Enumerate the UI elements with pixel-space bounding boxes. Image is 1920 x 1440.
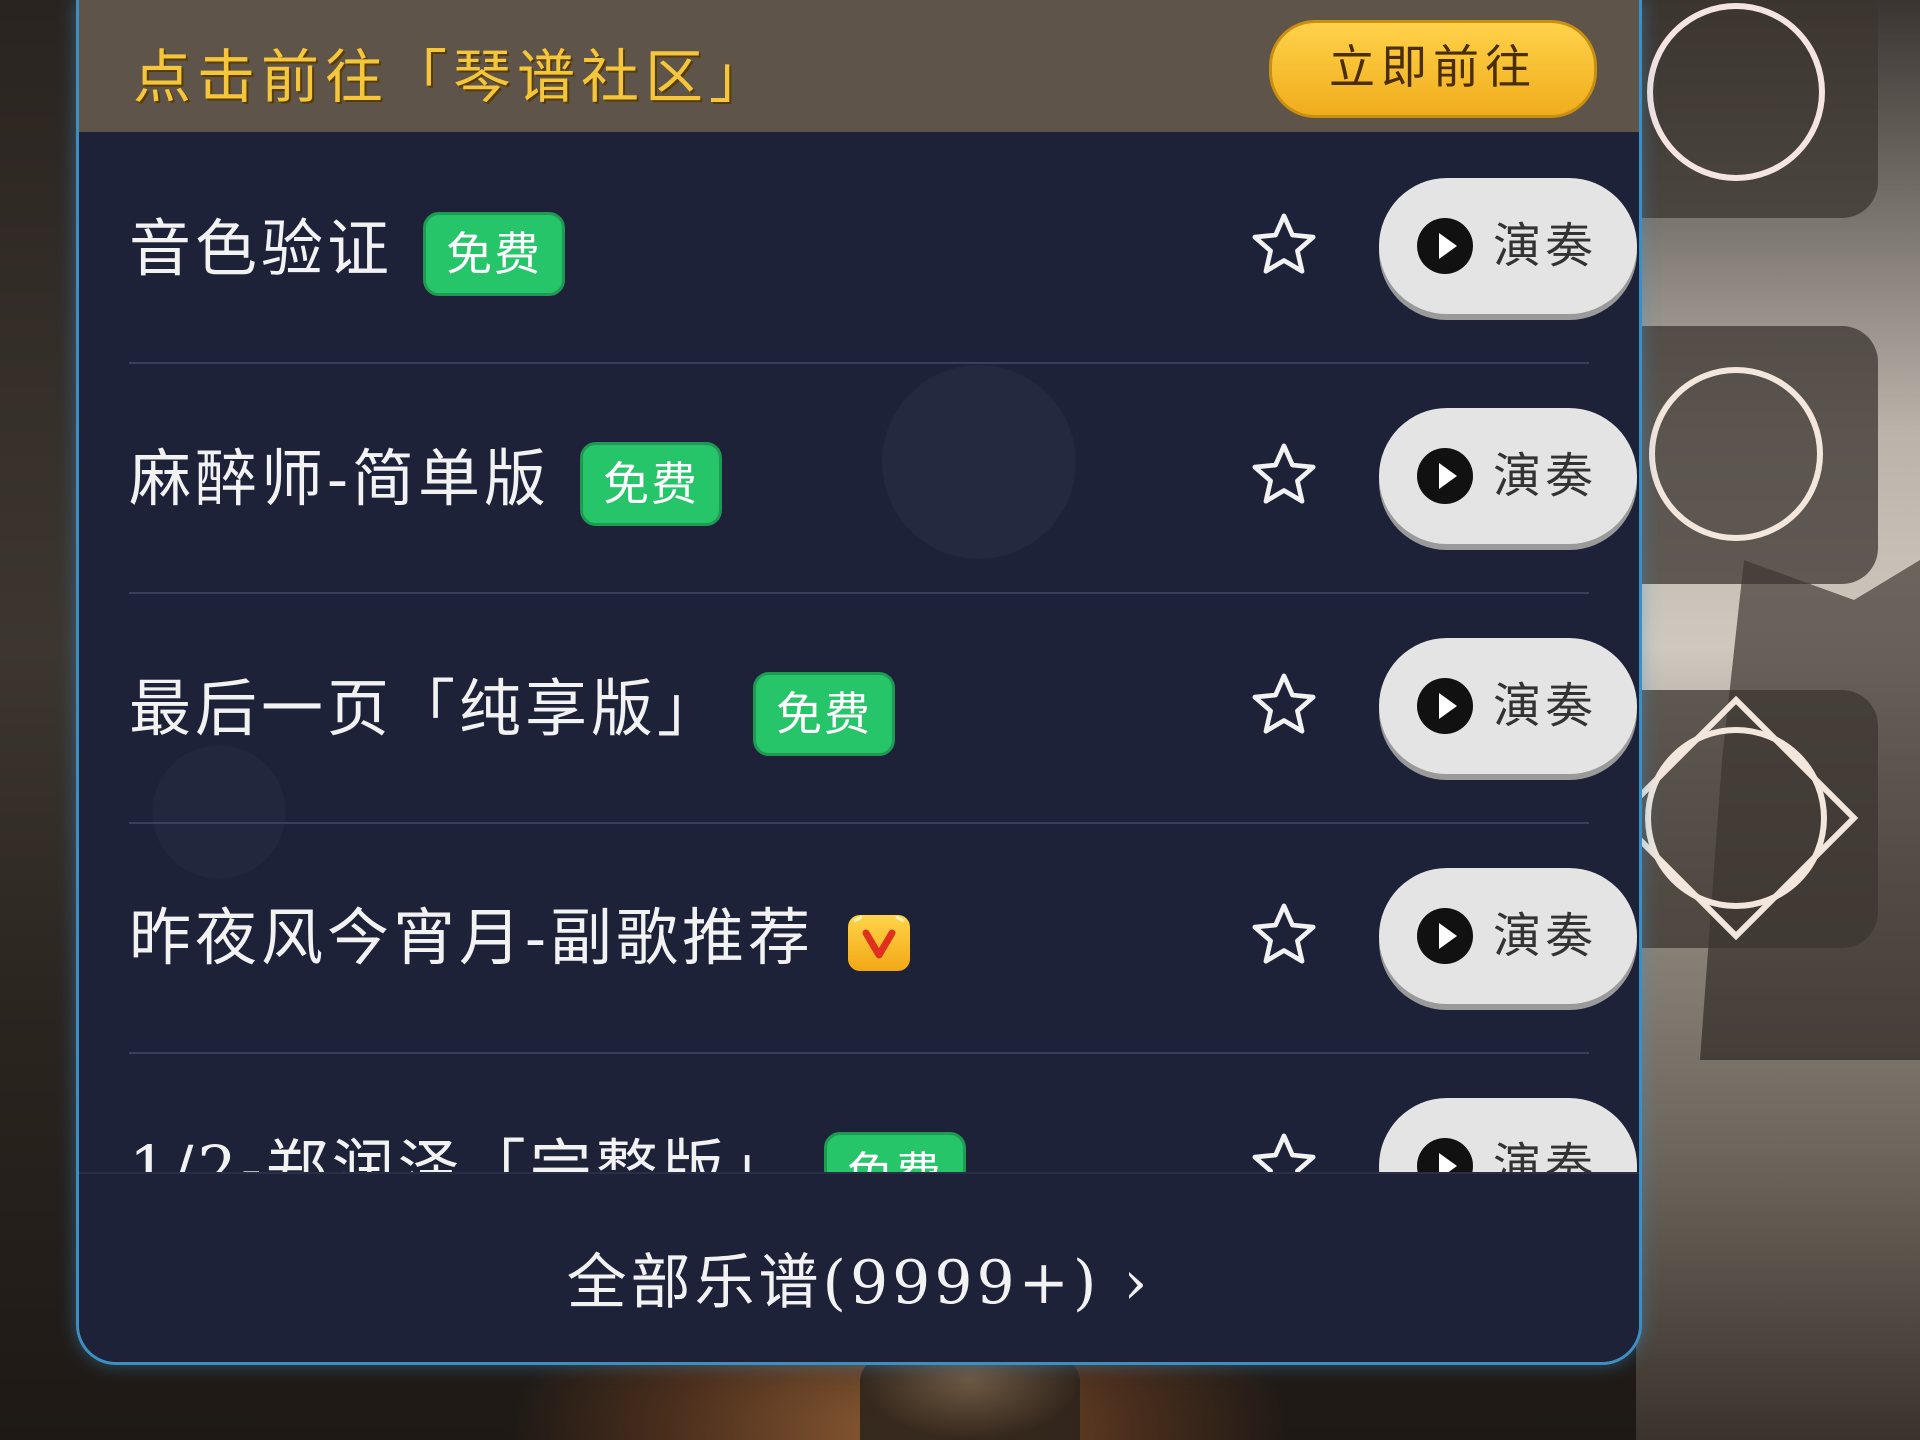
song-title: 昨夜风今宵月-副歌推荐 <box>129 901 814 974</box>
play-circle-icon <box>1417 908 1473 964</box>
free-badge: 免费 <box>423 212 566 296</box>
song-row[interactable]: 麻醉师-简单版 免费 演奏 <box>129 362 1637 594</box>
star-outline-icon[interactable] <box>1249 210 1319 280</box>
banner-text: 点击前往「琴谱社区」 <box>133 43 774 111</box>
instrument-key-1[interactable] <box>1636 0 1878 218</box>
vip-crown-icon <box>847 914 910 971</box>
play-button[interactable]: 演奏 <box>1379 638 1637 774</box>
song-row[interactable]: 音色验证 免费 演奏 <box>129 132 1637 364</box>
play-button[interactable]: 演奏 <box>1379 178 1637 314</box>
play-label: 演奏 <box>1493 678 1598 734</box>
play-circle-icon <box>1417 448 1473 504</box>
star-outline-icon[interactable] <box>1249 440 1319 510</box>
free-badge: 免费 <box>579 442 722 526</box>
diamond-key-icon <box>1636 695 1859 941</box>
song-title: 麻醉师-简单版 <box>129 442 550 516</box>
song-row[interactable]: 1/2-郑润泽「完整版」免费 演奏 <box>129 1052 1637 1172</box>
all-scores-link[interactable]: 全部乐谱(9999+) › <box>79 1234 1639 1321</box>
play-circle-icon <box>1417 678 1473 734</box>
song-list[interactable]: 音色验证 免费 演奏 麻醉师-简单版 免费 演奏 最后一页「纯享版」 免费 演奏… <box>79 132 1639 1172</box>
star-outline-icon[interactable] <box>1249 1130 1319 1172</box>
play-circle-icon <box>1417 1138 1473 1172</box>
play-label: 演奏 <box>1493 448 1598 504</box>
song-title: 最后一页「纯享版」 <box>129 672 724 746</box>
song-title-row: 麻醉师-简单版 免费 <box>129 442 722 526</box>
go-now-label: 立即前往 <box>1329 40 1537 94</box>
play-circle-icon <box>1417 218 1473 274</box>
song-title: 1/2-郑润泽「完整版」 <box>129 1132 794 1172</box>
song-title-row: 1/2-郑润泽「完整版」免费 <box>129 1132 966 1172</box>
community-banner[interactable]: 点击前往「琴谱社区」 立即前往 <box>79 0 1639 132</box>
play-label: 演奏 <box>1493 1138 1598 1172</box>
song-title: 音色验证 <box>129 212 394 286</box>
go-now-button[interactable]: 立即前往 <box>1269 20 1597 118</box>
play-label: 演奏 <box>1493 218 1598 274</box>
song-title-row: 音色验证 免费 <box>129 212 566 296</box>
play-button[interactable]: 演奏 <box>1379 1098 1637 1172</box>
footer-bar: 全部乐谱(9999+) › <box>79 1172 1639 1362</box>
free-badge: 免费 <box>823 1132 966 1172</box>
star-outline-icon[interactable] <box>1249 900 1319 970</box>
instrument-key-2[interactable] <box>1636 326 1878 584</box>
circle-key-icon <box>1649 367 1823 541</box>
circle-key-icon <box>1647 3 1825 181</box>
song-title-row: 昨夜风今宵月-副歌推荐 <box>129 902 910 974</box>
song-row[interactable]: 昨夜风今宵月-副歌推荐 演奏 <box>129 822 1637 1054</box>
song-row[interactable]: 最后一页「纯享版」 免费 演奏 <box>129 592 1637 824</box>
play-button[interactable]: 演奏 <box>1379 408 1637 544</box>
play-button[interactable]: 演奏 <box>1379 868 1637 1004</box>
song-list-panel: 点击前往「琴谱社区」 立即前往 音色验证 免费 演奏 麻醉师-简单版 免费 演奏… <box>76 0 1642 1365</box>
star-outline-icon[interactable] <box>1249 670 1319 740</box>
instrument-key-3[interactable] <box>1636 690 1878 948</box>
play-label: 演奏 <box>1493 908 1598 964</box>
song-title-row: 最后一页「纯享版」 免费 <box>129 672 896 756</box>
free-badge: 免费 <box>753 672 896 756</box>
